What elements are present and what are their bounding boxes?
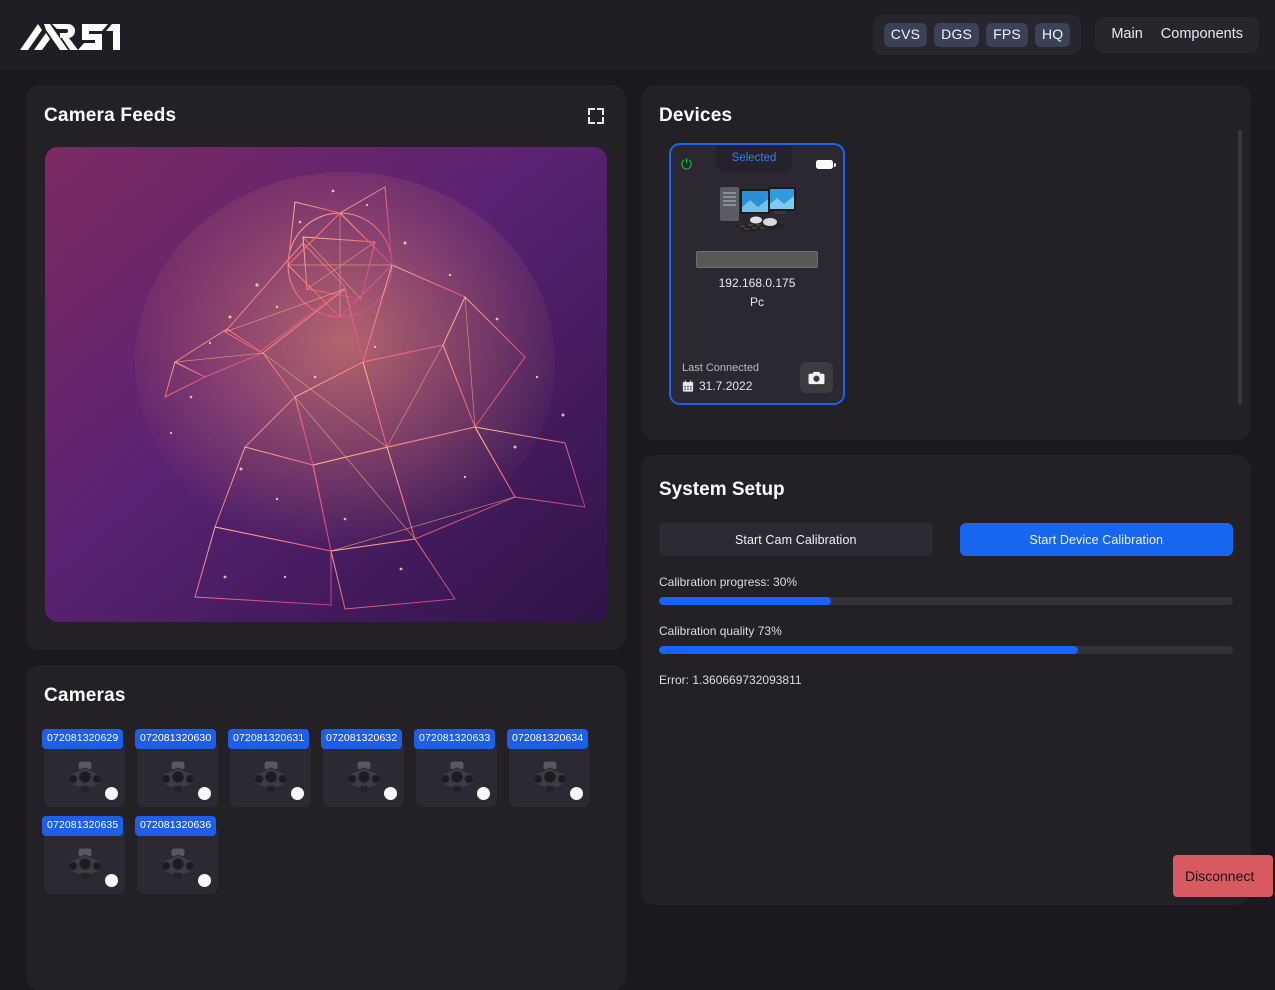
calibration-progress-fill xyxy=(659,597,832,605)
camera-status-dot xyxy=(291,787,304,800)
camera-tile[interactable]: 072081320629 xyxy=(42,729,125,807)
device-card-footer: Last Connected 31.7.2022 xyxy=(682,362,833,393)
start-device-calibration-button[interactable]: Start Device Calibration xyxy=(959,523,1233,556)
calibration-progress-bar xyxy=(659,597,1233,605)
calibration-quality-bar xyxy=(659,646,1233,654)
calibration-quality-fill xyxy=(659,646,1079,654)
ar51-logo-icon xyxy=(20,24,120,50)
top-bar: CVS DGS FPS HQ Main Components xyxy=(0,0,1275,70)
device-card-header: ⏻ Selected xyxy=(671,145,843,173)
battery-icon xyxy=(816,159,836,169)
fullscreen-icon[interactable] xyxy=(588,108,604,124)
power-icon[interactable]: ⏻ xyxy=(681,157,692,171)
camera-status-dot xyxy=(477,787,490,800)
last-connected-value: 31.7.2022 xyxy=(682,379,759,393)
status-badge-hq[interactable]: HQ xyxy=(1034,23,1071,47)
camera-id-label: 072081320630 xyxy=(135,729,217,749)
system-setup-title: System Setup xyxy=(659,479,785,500)
camera-feed-image[interactable] xyxy=(45,147,607,622)
devices-panel: Devices ⏻ Selected 192.168.0.175 Pc Last… xyxy=(641,85,1251,440)
devices-header: Devices xyxy=(641,85,1251,127)
camera-status-dot xyxy=(105,787,118,800)
camera-status-dot xyxy=(384,787,397,800)
camera-status-dot xyxy=(198,787,211,800)
calibration-quality-label: Calibration quality 73% xyxy=(659,624,782,638)
device-ip: 192.168.0.175 xyxy=(718,276,796,290)
calendar-icon xyxy=(682,380,694,392)
camera-id-label: 072081320633 xyxy=(414,729,496,749)
camera-tile[interactable]: 072081320631 xyxy=(228,729,311,807)
camera-feeds-header: Camera Feeds xyxy=(26,85,626,127)
camera-feeds-panel: Camera Feeds xyxy=(26,85,626,650)
device-last-connected: Last Connected 31.7.2022 xyxy=(682,362,759,393)
cameras-title: Cameras xyxy=(44,685,126,706)
device-snapshot-button[interactable] xyxy=(800,362,833,393)
camera-id-label: 072081320632 xyxy=(321,729,403,749)
cameras-header: Cameras xyxy=(26,665,626,707)
camera-id-label: 072081320631 xyxy=(228,729,310,749)
top-bar-right: CVS DGS FPS HQ Main Components xyxy=(872,15,1259,55)
cameras-grid: 072081320629 072081320630 072081320631 0… xyxy=(26,707,626,894)
camera-tile[interactable]: 072081320632 xyxy=(321,729,404,807)
devices-title: Devices xyxy=(659,105,733,126)
last-connected-label: Last Connected xyxy=(682,362,760,374)
camera-feed-render xyxy=(45,147,607,622)
main-content: Camera Feeds Cameras 072081320629 072081… xyxy=(0,70,1275,990)
camera-status-dot xyxy=(198,874,211,887)
status-badge-fps[interactable]: FPS xyxy=(986,23,1028,47)
status-badge-cvs[interactable]: CVS xyxy=(883,23,928,47)
calibration-progress-label: Calibration progress: 30% xyxy=(659,575,798,589)
main-navigation: Main Components xyxy=(1095,17,1259,53)
device-status-badge: Selected xyxy=(715,145,793,173)
status-badge-group: CVS DGS FPS HQ xyxy=(872,15,1082,55)
device-type: Pc xyxy=(749,295,764,309)
camera-feeds-title: Camera Feeds xyxy=(44,105,177,126)
cameras-panel: Cameras 072081320629 072081320630 072081… xyxy=(26,665,626,990)
camera-id-label: 072081320635 xyxy=(42,816,124,836)
last-connected-date-text: 31.7.2022 xyxy=(699,379,753,393)
camera-tile[interactable]: 072081320634 xyxy=(507,729,590,807)
camera-status-dot xyxy=(105,874,118,887)
disconnect-button[interactable]: Disconnect xyxy=(1173,855,1273,897)
camera-id-label: 072081320629 xyxy=(42,729,124,749)
device-progress-bar xyxy=(696,251,818,268)
device-card[interactable]: ⏻ Selected 192.168.0.175 Pc Last Connect… xyxy=(669,143,845,405)
system-setup-panel: System Setup Start Cam Calibration Start… xyxy=(641,455,1273,905)
camera-id-label: 072081320634 xyxy=(507,729,589,749)
camera-icon xyxy=(808,371,825,385)
calibration-error-label: Error: 1.360669732093811 xyxy=(659,673,802,687)
app-logo[interactable] xyxy=(12,16,124,54)
start-cam-calibration-button[interactable]: Start Cam Calibration xyxy=(659,523,933,556)
camera-tile[interactable]: 072081320633 xyxy=(414,729,497,807)
status-badge-dgs[interactable]: DGS xyxy=(934,23,980,47)
camera-tile[interactable]: 072081320635 xyxy=(42,816,125,894)
calibration-button-row: Start Cam Calibration Start Device Calib… xyxy=(641,501,1251,556)
nav-link-main[interactable]: Main xyxy=(1111,26,1142,43)
camera-id-label: 072081320636 xyxy=(135,816,217,836)
camera-tile[interactable]: 072081320636 xyxy=(135,816,218,894)
camera-tile[interactable]: 072081320630 xyxy=(135,729,218,807)
devices-scrollbar[interactable] xyxy=(1238,130,1242,405)
nav-link-components[interactable]: Components xyxy=(1161,26,1243,43)
camera-status-dot xyxy=(570,787,583,800)
pc-image xyxy=(720,187,796,240)
